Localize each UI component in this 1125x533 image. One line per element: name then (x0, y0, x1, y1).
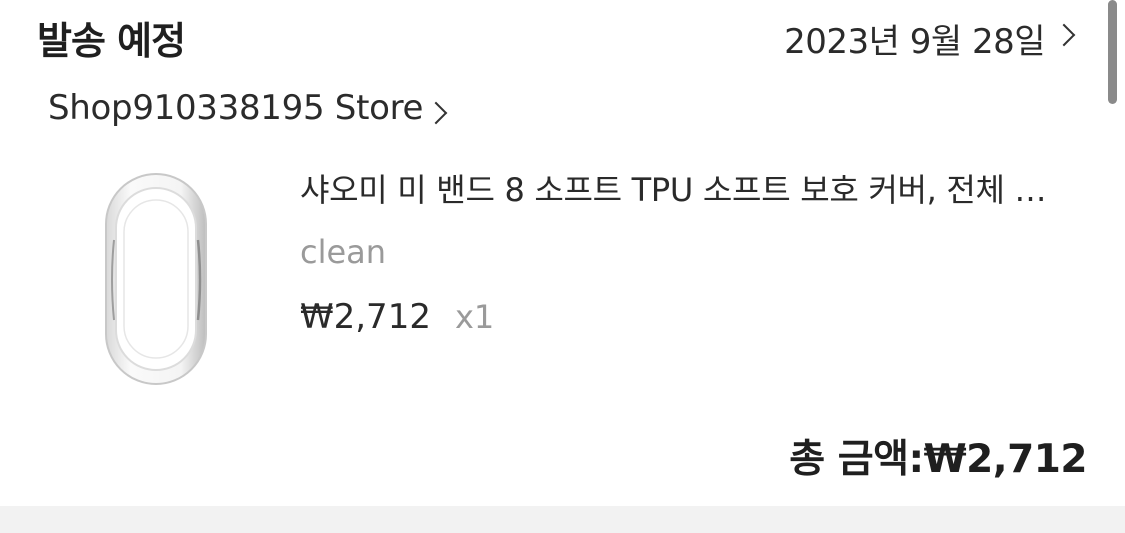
total-value: ₩2,712 (923, 437, 1088, 482)
total-label: 총 금액: (789, 437, 924, 482)
shipping-status-title: 발송 예정 (37, 19, 186, 63)
store-name: Shop910338195 Store (48, 88, 424, 128)
band-cover-thumbnail-icon (105, 173, 207, 385)
product-quantity: x1 (454, 298, 495, 336)
product-variant: clean (300, 233, 387, 271)
product-thumbnail[interactable] (102, 170, 210, 388)
order-total: 총 금액:₩2,712 (789, 428, 1087, 484)
scrollbar-thumb[interactable] (1108, 0, 1117, 104)
chevron-right-icon[interactable] (1052, 23, 1076, 47)
product-title[interactable]: 샤오미 미 밴드 8 소프트 TPU 소프트 보호 커버, 전체 … (300, 165, 1090, 211)
store-link[interactable]: Shop910338195 Store (48, 88, 448, 136)
ship-date-link[interactable]: 2023년 9월 28일 (784, 14, 1045, 63)
chevron-right-icon (424, 101, 448, 125)
order-card: 발송 예정 2023년 9월 28일 Shop910338195 Store 샤… (0, 0, 1125, 533)
order-header: 발송 예정 2023년 9월 28일 (0, 0, 1105, 70)
price-line: ₩2,712 x1 (300, 297, 494, 337)
product-price: ₩2,712 (300, 297, 431, 337)
section-divider (0, 506, 1125, 533)
